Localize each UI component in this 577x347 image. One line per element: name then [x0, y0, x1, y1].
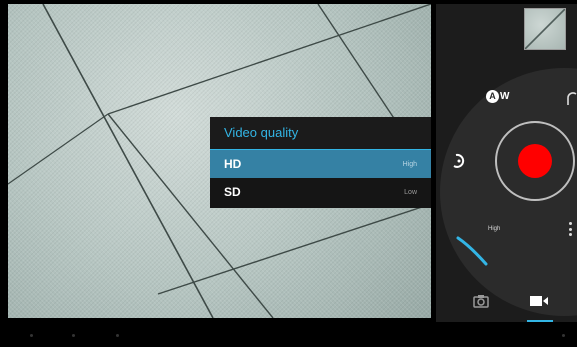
option-sublabel: High — [402, 160, 417, 168]
nav-menu-icon[interactable] — [562, 334, 565, 337]
video-quality-popup: Video quality HD High SD Low — [210, 117, 431, 208]
record-button[interactable] — [518, 144, 552, 178]
white-balance-label: W — [500, 90, 510, 102]
quality-indicator: High — [488, 226, 501, 232]
white-balance-badge: A — [486, 89, 499, 103]
option-label: HD — [224, 157, 242, 171]
option-label: SD — [224, 185, 241, 199]
white-balance-icon[interactable]: A W — [486, 89, 509, 103]
last-capture-thumbnail[interactable] — [524, 8, 566, 50]
zoom-slider-arc[interactable] — [456, 236, 488, 268]
video-camera-icon[interactable] — [529, 294, 549, 308]
overflow-menu-icon[interactable] — [569, 222, 573, 236]
quality-option-sd[interactable]: SD Low — [210, 178, 431, 206]
camera-icon[interactable] — [473, 294, 489, 308]
nav-home-icon[interactable] — [72, 334, 75, 337]
quality-option-hd[interactable]: HD High — [210, 150, 431, 178]
popup-title: Video quality — [210, 117, 431, 150]
nav-back-icon[interactable] — [30, 334, 33, 337]
system-nav-bar — [0, 322, 577, 347]
settings-arc-icon[interactable] — [567, 92, 577, 106]
nav-recents-icon[interactable] — [116, 334, 119, 337]
timer-icon[interactable] — [451, 152, 467, 170]
camera-control-panel: A W High — [436, 4, 577, 322]
option-sublabel: Low — [404, 188, 417, 196]
